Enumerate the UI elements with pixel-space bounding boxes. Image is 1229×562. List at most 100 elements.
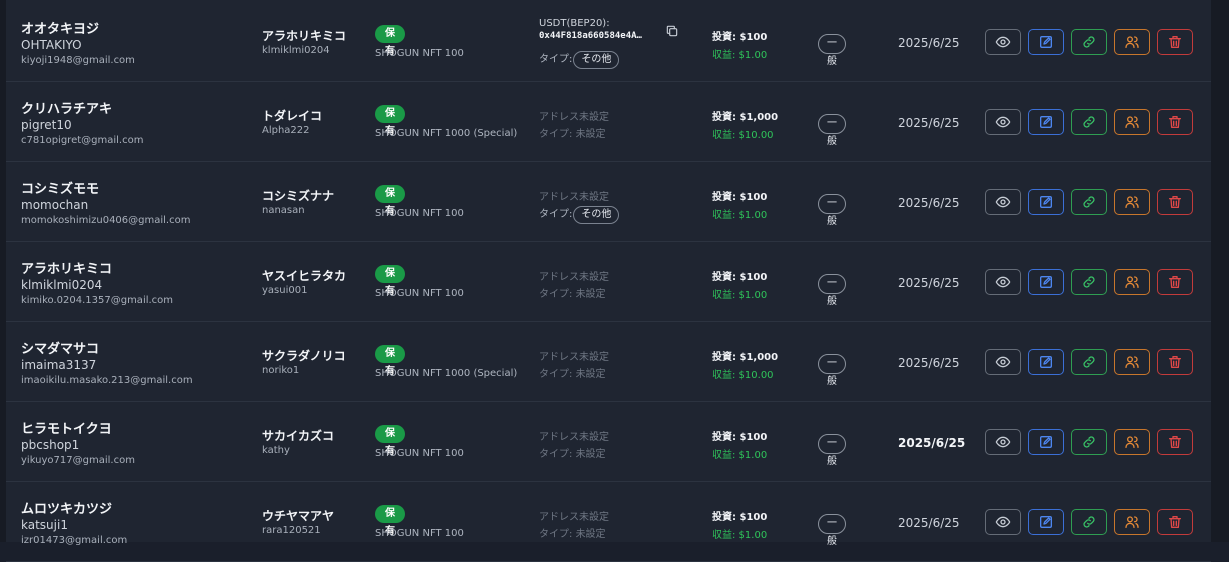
profit-amount: 収益: $1.00	[712, 450, 768, 461]
registration-date: 2025/6/25	[898, 36, 960, 50]
link-button[interactable]	[1071, 189, 1107, 215]
edit-button[interactable]	[1028, 29, 1064, 55]
users-icon	[1125, 196, 1139, 208]
type-value: 未設定	[575, 529, 606, 540]
link-button[interactable]	[1071, 29, 1107, 55]
address-network: USDT(BEP20):	[539, 18, 610, 29]
user-username: pigret10	[21, 118, 72, 132]
type-label: タイプ:	[539, 529, 573, 540]
delete-button[interactable]	[1157, 109, 1193, 135]
rank-badge: 一般	[818, 274, 846, 307]
link-button[interactable]	[1071, 269, 1107, 295]
trash-icon	[1169, 276, 1181, 288]
referrer-username: yasui001	[262, 285, 308, 296]
rank-badge: 一般	[818, 354, 846, 387]
nft-name: SHOGUN NFT 1000 (Special)	[375, 128, 518, 139]
status-badge: 保有	[375, 425, 405, 457]
view-button[interactable]	[985, 349, 1021, 375]
referrer-username: Alpha222	[262, 125, 310, 136]
edit-button[interactable]	[1028, 189, 1064, 215]
profit-amount: 収益: $10.00	[712, 370, 774, 381]
users-icon	[1125, 516, 1139, 528]
view-button[interactable]	[985, 509, 1021, 535]
delete-button[interactable]	[1157, 349, 1193, 375]
view-button[interactable]	[985, 269, 1021, 295]
referrals-button[interactable]	[1114, 349, 1150, 375]
delete-button[interactable]	[1157, 509, 1193, 535]
table-row: コシミズモモ momochan momokoshimizu0406@gmail.…	[6, 162, 1211, 242]
delete-button[interactable]	[1157, 29, 1193, 55]
referrals-button[interactable]	[1114, 429, 1150, 455]
link-button[interactable]	[1071, 509, 1107, 535]
copy-icon[interactable]	[665, 24, 679, 38]
view-button[interactable]	[985, 189, 1021, 215]
type-label: タイプ:	[539, 209, 573, 220]
eye-icon	[995, 356, 1011, 368]
delete-button[interactable]	[1157, 269, 1193, 295]
wallet-type: タイプ: 未設定	[539, 445, 606, 460]
link-button[interactable]	[1071, 429, 1107, 455]
edit-icon	[1040, 436, 1052, 448]
delete-button[interactable]	[1157, 429, 1193, 455]
right-gutter	[1211, 0, 1229, 542]
view-button[interactable]	[985, 429, 1021, 455]
delete-button[interactable]	[1157, 189, 1193, 215]
link-button[interactable]	[1071, 349, 1107, 375]
referrals-button[interactable]	[1114, 189, 1150, 215]
table-row: シマダマサコ imaima3137 imaoikilu.masako.213@g…	[6, 322, 1211, 402]
eye-icon	[995, 116, 1011, 128]
address-unset: アドレス未設定	[539, 272, 609, 283]
edit-button[interactable]	[1028, 349, 1064, 375]
user-name-kana: ヒラモトイクヨ	[21, 422, 112, 437]
registration-date: 2025/6/25	[898, 196, 960, 210]
referrer-username: klmiklmi0204	[262, 45, 330, 56]
referrer-name: サクラダノリコ	[262, 349, 346, 363]
users-icon	[1125, 276, 1139, 288]
referrer-username: rara120521	[262, 525, 321, 536]
referrer-username: nanasan	[262, 205, 305, 216]
user-username: klmiklmi0204	[21, 278, 103, 292]
type-value: 未設定	[575, 369, 606, 380]
referrer-name: トダレイコ	[262, 109, 323, 123]
edit-icon	[1040, 36, 1052, 48]
investment-amount: 投資: $100	[712, 272, 768, 283]
link-icon	[1083, 436, 1095, 448]
status-badge: 保有	[375, 345, 405, 377]
link-icon	[1083, 116, 1095, 128]
eye-icon	[995, 436, 1011, 448]
address-unset: アドレス未設定	[539, 512, 609, 523]
type-label: タイプ:	[539, 129, 573, 140]
referrals-button[interactable]	[1114, 109, 1150, 135]
type-label: タイプ:	[539, 369, 573, 380]
referrals-button[interactable]	[1114, 509, 1150, 535]
registration-date: 2025/6/25	[898, 276, 960, 290]
view-button[interactable]	[985, 109, 1021, 135]
edit-button[interactable]	[1028, 509, 1064, 535]
link-button[interactable]	[1071, 109, 1107, 135]
profit-amount: 収益: $10.00	[712, 130, 774, 141]
wallet-type: タイプ: 未設定	[539, 285, 606, 300]
trash-icon	[1169, 196, 1181, 208]
trash-icon	[1169, 516, 1181, 528]
user-email: c781opigret@gmail.com	[21, 135, 144, 146]
edit-button[interactable]	[1028, 429, 1064, 455]
address-unset: アドレス未設定	[539, 352, 609, 363]
nft-name: SHOGUN NFT 100	[375, 448, 464, 459]
view-button[interactable]	[985, 29, 1021, 55]
address-unset: アドレス未設定	[539, 432, 609, 443]
eye-icon	[995, 196, 1011, 208]
user-email: momokoshimizu0406@gmail.com	[21, 215, 191, 226]
type-label: タイプ:	[539, 54, 573, 65]
registration-date: 2025/6/25	[898, 116, 960, 130]
link-icon	[1083, 516, 1095, 528]
referrer-name: コシミズナナ	[262, 189, 335, 203]
type-value: 未設定	[575, 449, 606, 460]
table-row: クリハラチアキ pigret10 c781opigret@gmail.com ト…	[6, 82, 1211, 162]
referrer-name: ウチヤマアヤ	[262, 509, 335, 523]
type-pill: その他	[573, 51, 620, 69]
wallet-type: タイプ: 未設定	[539, 525, 606, 540]
edit-button[interactable]	[1028, 269, 1064, 295]
edit-button[interactable]	[1028, 109, 1064, 135]
referrals-button[interactable]	[1114, 269, 1150, 295]
referrals-button[interactable]	[1114, 29, 1150, 55]
